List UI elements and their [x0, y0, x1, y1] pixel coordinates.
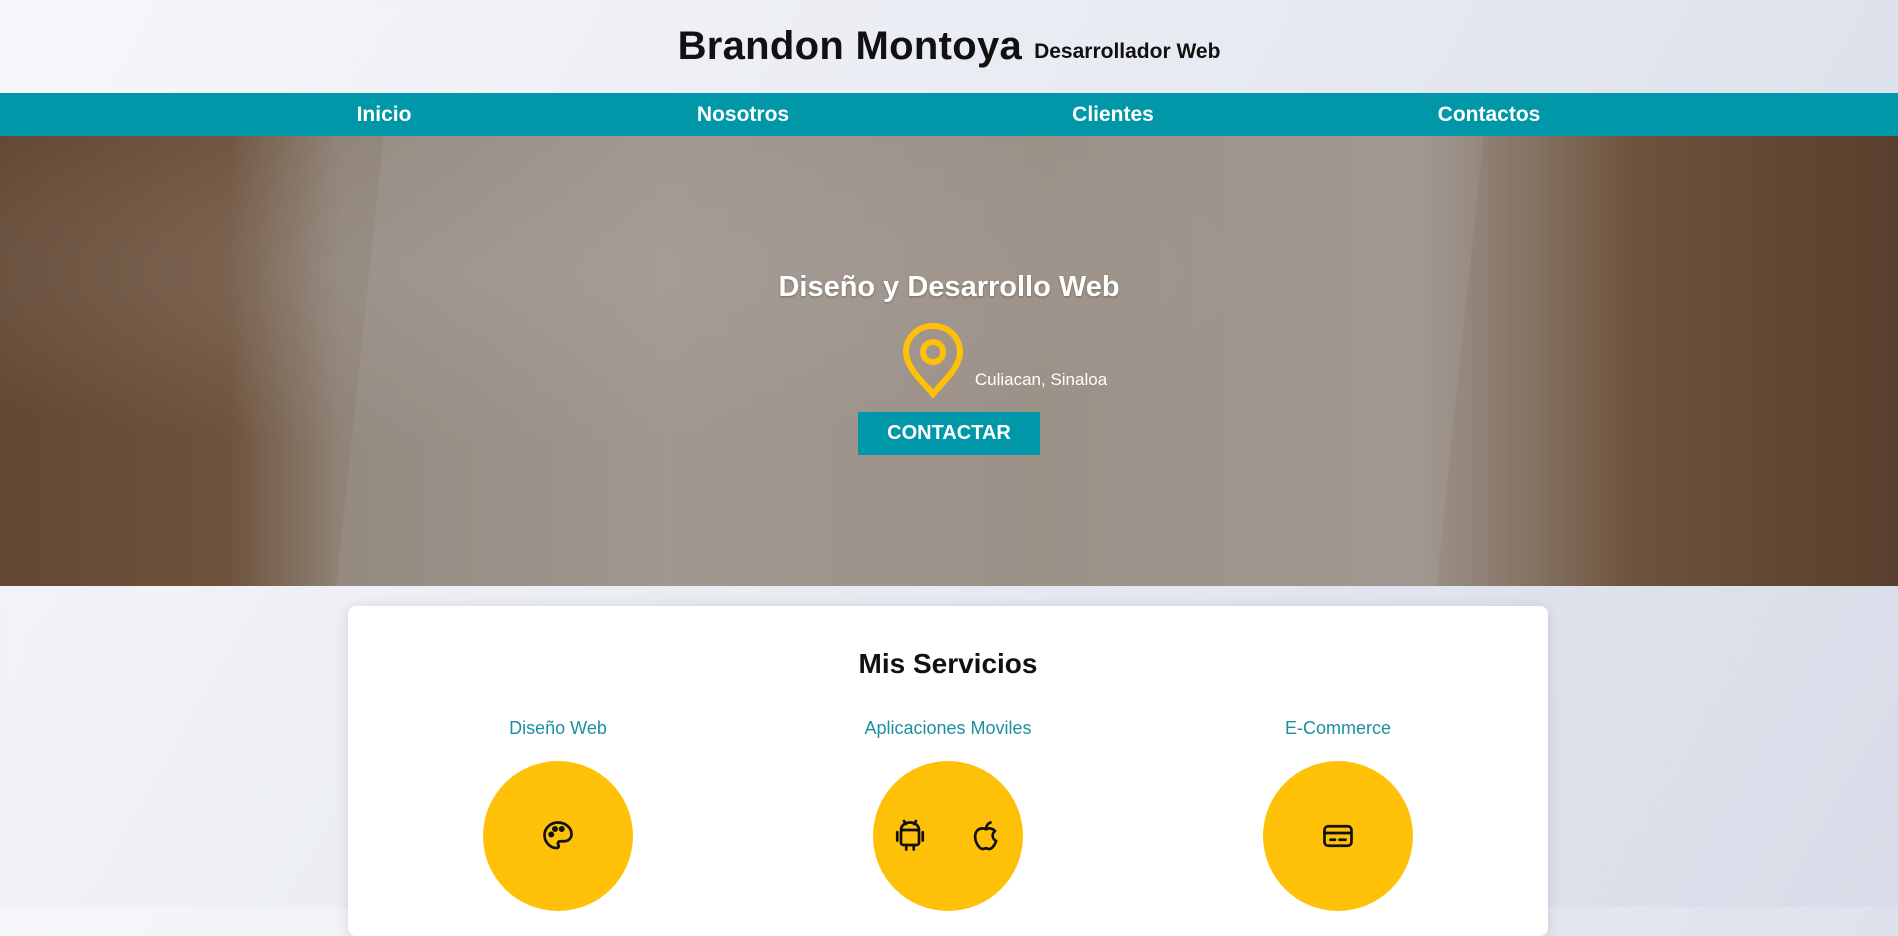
- nav-item-contactos[interactable]: Contactos: [1438, 103, 1541, 127]
- services-card: Mis Servicios Diseño Web Aplicaciones Mo…: [348, 606, 1548, 936]
- credit-card-icon: [1323, 824, 1353, 848]
- main-navbar: Inicio Nosotros Clientes Contactos: [0, 93, 1898, 136]
- site-subtitle: Desarrollador Web: [1034, 39, 1221, 63]
- service-item-diseno-web[interactable]: Diseño Web: [408, 718, 708, 911]
- location-pin-icon: [902, 322, 963, 398]
- contact-button[interactable]: CONTACTAR: [858, 412, 1040, 455]
- service-icon-circle: [483, 761, 633, 911]
- site-title: Brandon Montoya: [677, 24, 1023, 68]
- service-item-aplicaciones-moviles[interactable]: Aplicaciones Moviles: [798, 718, 1098, 911]
- palette-icon: [543, 821, 573, 850]
- services-title: Mis Servicios: [858, 648, 1038, 679]
- hero-banner: Diseño y Desarrollo Web Culiacan, Sinalo…: [0, 136, 1898, 586]
- service-name: Aplicaciones Moviles: [864, 718, 1032, 738]
- nav-item-clientes[interactable]: Clientes: [1072, 103, 1154, 127]
- service-name: Diseño Web: [509, 718, 607, 738]
- android-icon: [895, 819, 925, 851]
- nav-item-inicio[interactable]: Inicio: [357, 103, 412, 127]
- service-name: E-Commerce: [1284, 718, 1391, 738]
- hero-content: Diseño y Desarrollo Web Culiacan, Sinalo…: [0, 271, 1898, 455]
- site-header: Brandon Montoya Desarrollador Web: [0, 0, 1898, 93]
- location-text: Culiacan, Sinaloa: [974, 370, 1108, 389]
- service-item-e-commerce[interactable]: E-Commerce: [1188, 718, 1488, 911]
- hero-title: Diseño y Desarrollo Web: [778, 271, 1120, 303]
- service-icon-circle: [873, 761, 1023, 911]
- location-row: Culiacan, Sinaloa: [110, 322, 1898, 398]
- nav-item-nosotros[interactable]: Nosotros: [697, 103, 789, 127]
- apple-icon: [973, 821, 998, 851]
- service-icon-circle: [1263, 761, 1413, 911]
